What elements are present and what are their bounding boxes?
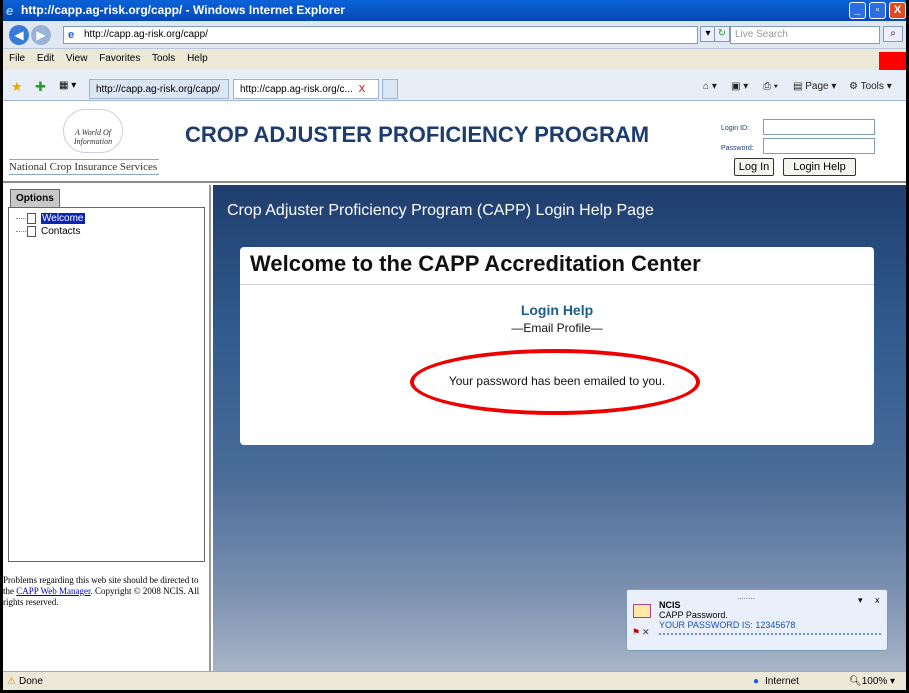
page-content: A World Of Information National Crop Ins… <box>3 101 906 671</box>
welcome-card: Welcome to the CAPP Accreditation Center… <box>240 247 874 445</box>
page-menu-label: Page <box>805 81 829 92</box>
tree-item-label: Contacts <box>41 226 81 237</box>
login-id-input[interactable] <box>763 119 875 135</box>
refresh-icon: ↻ <box>717 28 727 39</box>
quick-tabs-icon[interactable]: ▦ ▾ <box>59 80 76 91</box>
menu-bar: File Edit View Favorites Tools Help <box>3 49 906 69</box>
ie-logo-icon: e <box>6 3 14 18</box>
tree-connector <box>16 218 26 219</box>
address-bar: ◀ ▶ e http://capp.ag-risk.org/capp/ ▾ ↻ … <box>3 21 906 49</box>
close-icon[interactable]: x <box>875 595 880 605</box>
login-button[interactable]: Log In <box>734 158 774 176</box>
home-icon[interactable]: ⌂ ▾ <box>703 81 717 92</box>
delete-icon[interactable]: ✕ <box>642 627 650 638</box>
dropdown-icon[interactable]: ▾ <box>858 595 863 606</box>
sidebar-footer: Problems regarding this web site should … <box>3 575 208 608</box>
email-notification-popup[interactable]: ........ ▾ x ⚑ ✕ NCIS CAPP Password. YOU… <box>626 589 888 651</box>
document-icon <box>27 226 36 237</box>
tab-2[interactable]: http://capp.ag-risk.org/c... X <box>233 79 379 99</box>
options-tree: Welcome Contacts <box>8 207 205 562</box>
email-profile-subheading: —Email Profile— <box>511 321 603 335</box>
minimize-button[interactable]: _ <box>849 2 866 19</box>
status-bar: ⚠ Done ● Internet 🔍︎100% ▾ <box>3 671 906 690</box>
notification-body: YOUR PASSWORD IS: 12345678 <box>659 620 796 630</box>
ncis-logo-text: National Crop Insurance Services <box>9 159 159 175</box>
logo-tagline: A World Of Information <box>73 128 113 146</box>
options-tab[interactable]: Options <box>10 189 60 207</box>
envelope-icon <box>633 604 651 618</box>
page-title: Crop Adjuster Proficiency Program (CAPP)… <box>227 202 654 219</box>
add-favorites-icon[interactable]: ✚ <box>35 79 46 95</box>
zoom-icon: 🔍︎ <box>849 676 862 687</box>
page-icon-small: ▤ <box>793 81 806 92</box>
tree-item-contacts[interactable]: Contacts <box>13 225 200 238</box>
tree-item-label: Welcome <box>41 213 85 224</box>
menu-tools[interactable]: Tools <box>152 53 175 64</box>
tabs-bar: ★ ✚ ▦ ▾ http://capp.ag-risk.org/capp/ ht… <box>3 70 906 101</box>
tree-item-welcome[interactable]: Welcome <box>13 212 200 225</box>
sidebar: Options Welcome Contacts Problems regard… <box>3 185 211 671</box>
refresh-button[interactable]: ↻ <box>714 26 730 42</box>
gear-icon: ⚙ <box>849 81 861 92</box>
url-text: http://capp.ag-risk.org/capp/ <box>84 29 208 40</box>
notification-subject: CAPP Password. <box>659 610 728 620</box>
grip-handle[interactable]: ........ <box>737 592 755 601</box>
page-icon: e <box>68 29 75 41</box>
title-bar: e http://capp.ag-risk.org/capp/ - Window… <box>3 0 906 21</box>
login-id-label: Login ID: <box>721 125 750 132</box>
chevron-down-icon: ▾ <box>705 28 711 39</box>
print-icon[interactable]: ⎙ ▾ <box>763 81 778 92</box>
login-help-heading: Login Help <box>520 302 594 318</box>
tab-1[interactable]: http://capp.ag-risk.org/capp/ <box>89 79 229 99</box>
card-title: Welcome to the CAPP Accreditation Center <box>240 247 874 285</box>
tools-menu[interactable]: ⚙ Tools ▾ <box>849 81 892 92</box>
search-placeholder: Live Search <box>735 29 788 40</box>
maximize-button[interactable]: ▫ <box>869 2 886 19</box>
menu-edit[interactable]: Edit <box>37 53 54 64</box>
zone-text: Internet <box>765 676 799 687</box>
search-input[interactable]: Live Search <box>730 26 880 44</box>
password-label: Password: <box>721 145 754 152</box>
status-text: Done <box>19 676 43 687</box>
menu-favorites[interactable]: Favorites <box>99 53 140 64</box>
flag-icon[interactable]: ⚑ <box>632 627 640 638</box>
notification-divider <box>659 633 881 635</box>
tree-connector <box>16 231 26 232</box>
document-icon <box>27 213 36 224</box>
globe-logo-icon: A World Of Information <box>63 109 123 153</box>
feeds-icon[interactable]: ▣ ▾ <box>731 81 748 92</box>
search-button[interactable]: ⌕ <box>883 26 903 42</box>
tab-2-label: http://capp.ag-risk.org/c... <box>240 84 353 95</box>
menu-help[interactable]: Help <box>187 53 208 64</box>
web-manager-link[interactable]: CAPP Web Manager <box>16 586 90 596</box>
highlight-ellipse <box>410 349 700 415</box>
program-title: CROP ADJUSTER PROFICIENCY PROGRAM <box>185 122 650 147</box>
password-input[interactable] <box>763 138 875 154</box>
tools-menu-label: Tools <box>860 81 884 92</box>
tab-1-label: http://capp.ag-risk.org/capp/ <box>96 84 220 95</box>
site-header: A World Of Information National Crop Ins… <box>3 101 906 183</box>
back-arrow-icon: ◀ <box>14 28 24 42</box>
forward-arrow-icon: ▶ <box>36 28 46 42</box>
login-help-button[interactable]: Login Help <box>783 158 856 176</box>
warning-icon: ⚠ <box>7 676 16 687</box>
zoom-control[interactable]: 🔍︎100% ▾ <box>849 676 895 687</box>
url-input[interactable]: e http://capp.ag-risk.org/capp/ <box>63 26 698 44</box>
menu-file[interactable]: File <box>9 53 25 64</box>
page-menu[interactable]: ▤ Page ▾ <box>793 81 836 92</box>
forward-button[interactable]: ▶ <box>31 25 51 45</box>
notification-sender: NCIS <box>659 600 681 610</box>
search-icon: ⌕ <box>890 28 896 39</box>
back-button[interactable]: ◀ <box>9 25 29 45</box>
main-area: Crop Adjuster Proficiency Program (CAPP)… <box>213 185 906 671</box>
close-button[interactable]: X <box>889 2 906 19</box>
zoom-level: 100% <box>861 676 888 687</box>
globe-icon: ● <box>753 676 760 687</box>
menu-view[interactable]: View <box>66 53 88 64</box>
browser-window: e http://capp.ag-risk.org/capp/ - Window… <box>0 0 909 693</box>
favorites-star-icon[interactable]: ★ <box>11 79 23 95</box>
tab-close-icon[interactable]: X <box>359 84 366 95</box>
new-tab-button[interactable] <box>382 79 398 99</box>
window-title: http://capp.ag-risk.org/capp/ - Windows … <box>21 3 345 17</box>
